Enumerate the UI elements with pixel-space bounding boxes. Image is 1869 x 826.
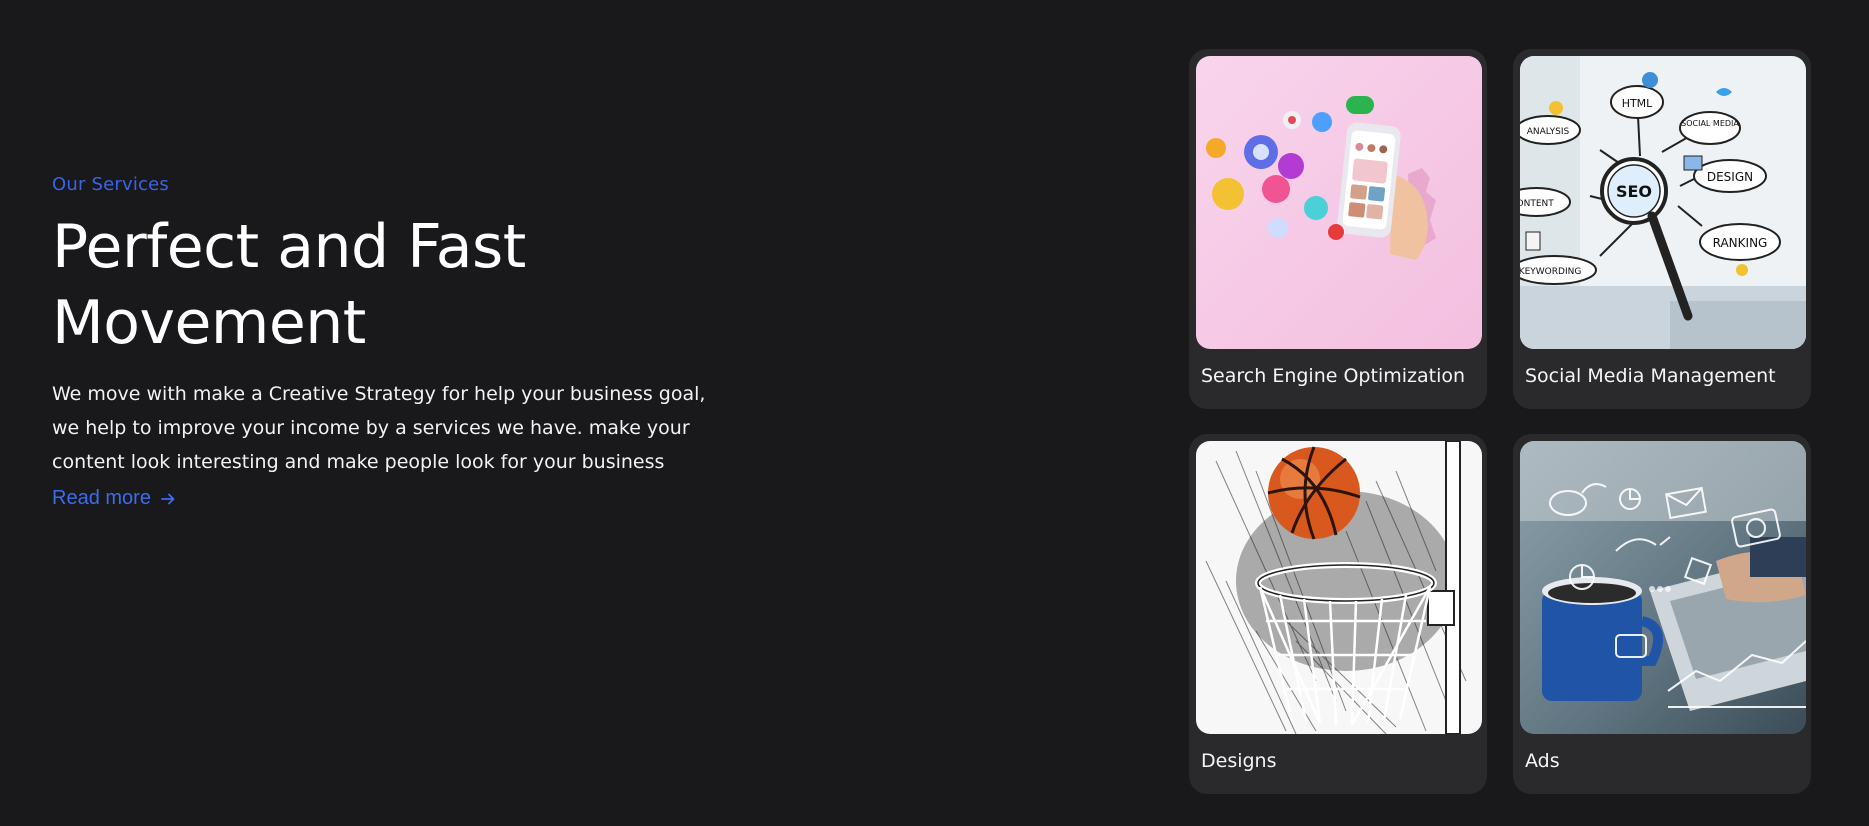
section-description: We move with make a Creative Strategy fo… [52,383,706,473]
seo-sketch-word: DESIGN [1707,170,1753,184]
service-label-ads: Ads [1525,750,1560,772]
read-more-label: Read more [52,487,151,509]
service-image-seo [1196,56,1482,349]
service-image-ads [1520,441,1806,734]
service-label-social: Social Media Management [1525,365,1776,387]
seo-sketch-word: KEYWORDING [1520,267,1581,277]
service-image-designs [1196,441,1482,734]
service-card-seo[interactable]: Search Engine Optimization [1189,49,1487,409]
seo-sketch-word: HTML [1622,97,1653,110]
seo-sketch-word: SEO [1616,182,1652,201]
read-more-link[interactable]: Read more [52,487,177,510]
seo-sketch-word: RANKING [1713,236,1768,250]
service-card-designs[interactable]: Designs [1189,434,1487,794]
service-card-ads[interactable]: Ads [1513,434,1811,794]
services-intro: Our Services Perfect and Fast Movement W… [52,174,732,510]
service-image-social: SEO HTML SOCIAL MEDIA DESIGN RANKING ANA… [1520,56,1806,349]
service-card-social[interactable]: SEO HTML SOCIAL MEDIA DESIGN RANKING ANA… [1513,49,1811,409]
seo-sketch-word: CONTENT [1520,199,1554,209]
service-label-designs: Designs [1201,750,1277,772]
seo-sketch-word: ANALYSIS [1527,127,1570,137]
services-grid: Search Engine Optimization SEO HTML SOCI… [1189,49,1811,794]
service-label-seo: Search Engine Optimization [1201,365,1466,387]
arrow-right-icon [161,493,175,504]
section-eyebrow: Our Services [52,174,170,195]
seo-sketch-word: SOCIAL MEDIA [1681,119,1739,128]
section-headline: Perfect and Fast Movement [52,212,526,358]
